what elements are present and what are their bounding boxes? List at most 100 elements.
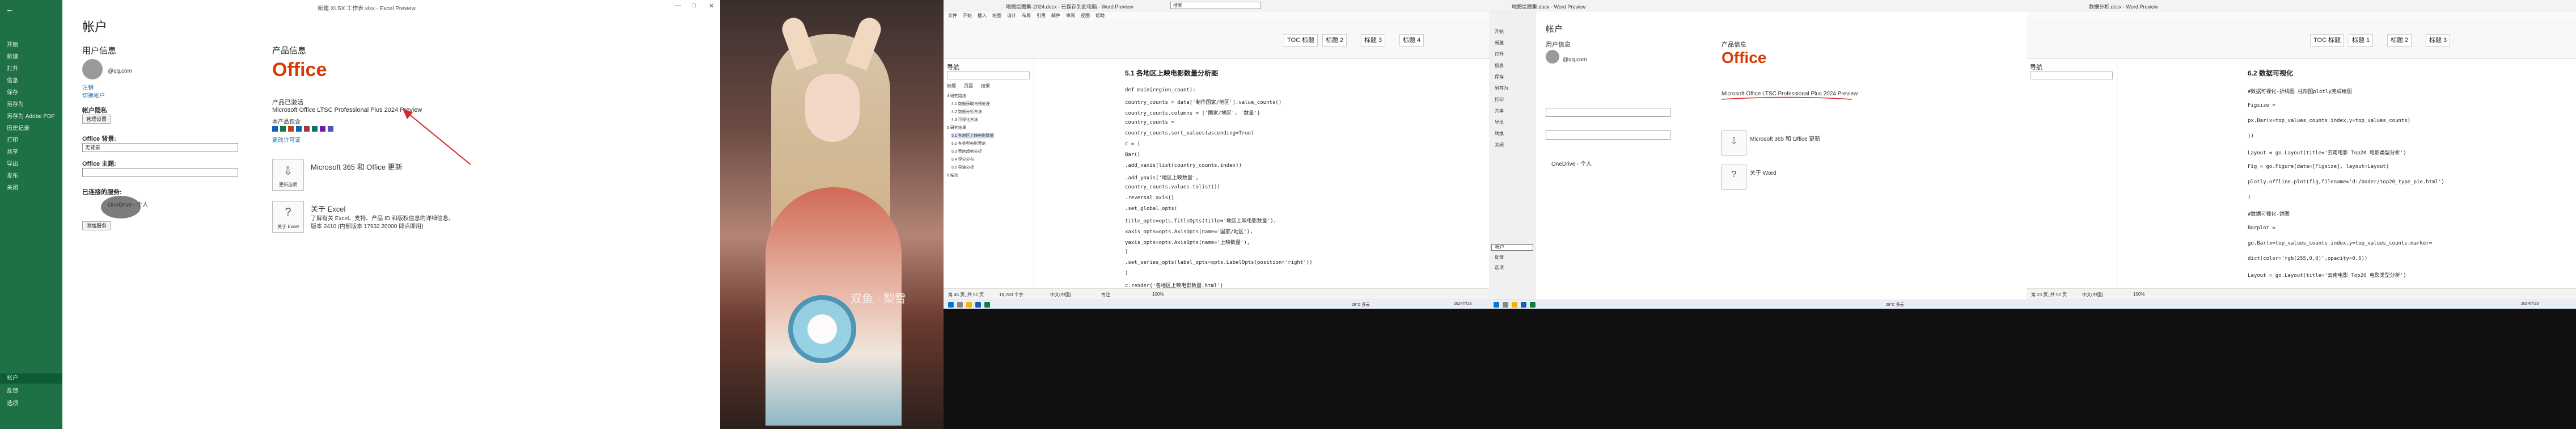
- nav-entry[interactable]: 4 研究路线: [947, 93, 966, 99]
- manage-settings-button[interactable]: 管理设置: [82, 115, 111, 124]
- nav-search-input[interactable]: [2030, 72, 2113, 79]
- sidebar-item[interactable]: 保存: [1495, 74, 1504, 80]
- user-info-heading: 用户信息: [1546, 41, 1571, 48]
- sidebar-item[interactable]: 开始: [7, 40, 18, 48]
- style-gallery-item[interactable]: 标题 2: [1322, 34, 1347, 47]
- style-gallery-item[interactable]: TOC 标题: [1284, 34, 1318, 47]
- sidebar-item[interactable]: 新建: [1495, 40, 1504, 46]
- sidebar-item[interactable]: 导出: [1495, 119, 1504, 125]
- menu-item[interactable]: 审阅: [1066, 12, 1075, 19]
- nav-entry[interactable]: 6 结论: [947, 173, 958, 178]
- code-line: Barplot =: [2248, 225, 2275, 231]
- sidebar-item[interactable]: 发布: [7, 171, 18, 179]
- word-icon[interactable]: [1521, 302, 1526, 308]
- code-line: Layout = go.Layout(title='云南电影 Top20 电影类…: [2248, 150, 2406, 156]
- menu-item[interactable]: 视图: [1081, 12, 1090, 19]
- menu-item[interactable]: 插入: [978, 12, 987, 19]
- sidebar-item[interactable]: 开始: [1495, 28, 1504, 35]
- style-gallery-item[interactable]: 标题 3: [1361, 34, 1386, 47]
- style-gallery-item[interactable]: TOC 标题: [2310, 34, 2345, 47]
- sidebar-item[interactable]: 信息: [7, 75, 18, 84]
- maximize-icon[interactable]: □: [692, 2, 696, 9]
- nav-entry[interactable]: 5.3 票房趋势分析: [951, 149, 982, 154]
- sidebar-item-bottom[interactable]: 选项: [1495, 264, 1504, 271]
- word-icon: [272, 126, 278, 132]
- sidebar-item[interactable]: 打印: [1495, 96, 1504, 103]
- menu-item[interactable]: 开始: [963, 12, 972, 19]
- sidebar-item[interactable]: 保存: [7, 87, 18, 96]
- add-service-button[interactable]: 添加服务: [82, 221, 111, 230]
- excel-icon[interactable]: [984, 302, 990, 308]
- about-tile[interactable]: ? 关于 Excel: [272, 201, 304, 233]
- sidebar-item[interactable]: 信息: [1495, 62, 1504, 69]
- search-icon[interactable]: [957, 302, 963, 308]
- update-options-tile[interactable]: ⇩: [1721, 131, 1746, 155]
- explorer-icon[interactable]: [1512, 302, 1517, 308]
- start-icon[interactable]: [1494, 302, 1499, 308]
- theme-select[interactable]: [82, 168, 238, 177]
- sidebar-item[interactable]: 打印: [7, 135, 18, 144]
- search-input[interactable]: 搜索: [1170, 2, 1261, 9]
- minimize-icon[interactable]: —: [675, 2, 681, 9]
- start-icon[interactable]: [948, 302, 954, 308]
- sidebar-item[interactable]: 另存为 Adobe PDF: [7, 111, 54, 120]
- close-icon[interactable]: ✕: [709, 2, 714, 10]
- nav-tab[interactable]: 标题: [947, 83, 956, 89]
- license-link[interactable]: 更改许可证: [272, 135, 301, 144]
- nav-entry[interactable]: 5 研究结果: [947, 125, 966, 131]
- style-gallery-item[interactable]: 标题 1: [2349, 34, 2374, 47]
- nav-tab[interactable]: 结果: [981, 83, 990, 89]
- sidebar-item[interactable]: 另存为: [7, 99, 24, 108]
- theme-select[interactable]: [1546, 131, 1670, 140]
- sidebar-item[interactable]: 共享: [1495, 108, 1504, 114]
- menu-item[interactable]: 引用: [1037, 12, 1046, 19]
- sidebar-item-bottom[interactable]: 帐户: [1491, 244, 1533, 251]
- nav-entry[interactable]: 4.1 数据获取与预处理: [951, 101, 990, 107]
- question-icon: ?: [1731, 170, 1737, 179]
- style-gallery-item[interactable]: 标题 4: [1399, 34, 1424, 47]
- search-icon[interactable]: [1503, 302, 1508, 308]
- nav-tab[interactable]: 页面: [964, 83, 973, 89]
- sidebar-item-bottom[interactable]: 选项: [7, 398, 18, 407]
- nav-entry[interactable]: 5.4 评分分布: [951, 157, 974, 162]
- sidebar-item[interactable]: 关闭: [1495, 142, 1504, 148]
- style-gallery-item[interactable]: 标题 2: [2387, 34, 2412, 47]
- sidebar-item-bottom[interactable]: 反馈: [1495, 254, 1504, 260]
- menu-item[interactable]: 绘图: [992, 12, 1001, 19]
- code-line: plotly.offline.plot(fig,filename='d:/bod…: [2248, 179, 2444, 185]
- menu-item[interactable]: 设计: [1007, 12, 1016, 19]
- excel-icon[interactable]: [1530, 302, 1536, 308]
- sidebar-item-bottom[interactable]: 反馈: [7, 386, 18, 394]
- sidebar-item[interactable]: 转换: [1495, 131, 1504, 137]
- sidebar-item[interactable]: 另存为: [1495, 85, 1508, 91]
- menu-item[interactable]: 帮助: [1095, 12, 1105, 19]
- explorer-icon[interactable]: [966, 302, 972, 308]
- back-arrow-icon[interactable]: ←: [6, 5, 15, 14]
- code-line: go.Bar(x=top_values_counts.index,y=top_v…: [2248, 241, 2433, 246]
- nav-entry[interactable]: 4.2 数据分析方法: [951, 109, 982, 115]
- sidebar-item-bottom[interactable]: 帐户: [0, 373, 62, 384]
- sidebar-item[interactable]: 关闭: [7, 183, 18, 191]
- about-tile[interactable]: ?: [1721, 165, 1746, 190]
- menu-item[interactable]: 布局: [1022, 12, 1031, 19]
- nav-entry[interactable]: 4.3 可视化方法: [951, 117, 978, 123]
- switch-account-link[interactable]: 切换帐户: [82, 91, 105, 99]
- bg-select[interactable]: [1546, 108, 1670, 117]
- style-gallery-item[interactable]: 标题 3: [2426, 34, 2451, 47]
- sidebar-item[interactable]: 打开: [7, 64, 18, 72]
- update-options-tile[interactable]: ⇩ 更新选项: [272, 159, 304, 191]
- nav-entry[interactable]: 5.1 各地区上映电影数量: [951, 133, 994, 138]
- sidebar-item[interactable]: 打开: [1495, 51, 1504, 57]
- sidebar-item[interactable]: 导出: [7, 159, 18, 167]
- nav-search-input[interactable]: [947, 72, 1030, 79]
- sign-out-link[interactable]: 注销: [82, 83, 94, 91]
- nav-entry[interactable]: 5.5 导演分析: [951, 165, 974, 170]
- word-icon[interactable]: [975, 302, 981, 308]
- menu-item[interactable]: 邮件: [1051, 12, 1060, 19]
- nav-entry[interactable]: 5.2 各类型电影票房: [951, 141, 986, 146]
- sidebar-item[interactable]: 共享: [7, 147, 18, 155]
- sidebar-item[interactable]: 历史记录: [7, 123, 29, 132]
- menu-item[interactable]: 文件: [948, 12, 957, 19]
- sidebar-item[interactable]: 新建: [7, 52, 18, 60]
- bg-select[interactable]: 无背景: [82, 143, 238, 152]
